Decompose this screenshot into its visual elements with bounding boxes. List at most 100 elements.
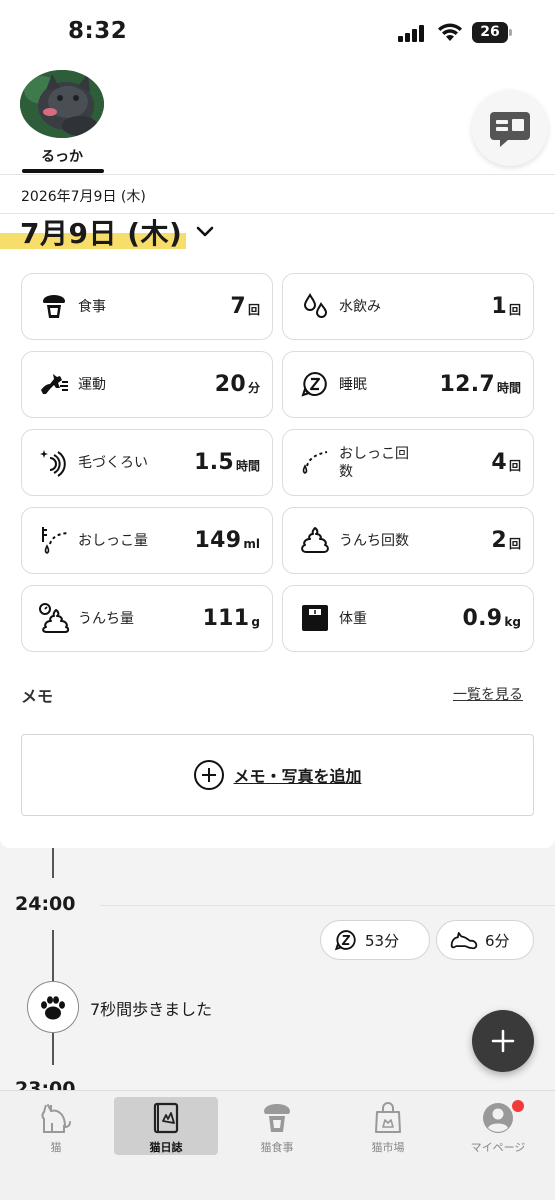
timeline-line [52,848,54,878]
stat-value: 20 [214,372,246,397]
cat-name: るっか [41,149,83,165]
tab-label: 猫市場 [371,1141,405,1154]
sleep-duration-pill[interactable]: 53分 [320,920,430,960]
stat-value: 149 [194,528,242,553]
pill-value: 53分 [365,931,400,950]
shopping-bag-icon [375,1102,401,1133]
stat-card-food[interactable]: 食事 7回 [21,273,273,340]
stat-unit: 時間 [235,459,260,473]
tab-cat-food[interactable]: 猫食事 [225,1097,329,1155]
stat-label: おしっこ量 [78,532,148,549]
tab-label: 猫食事 [260,1141,294,1154]
cellular-signal-icon [398,24,426,42]
cat-icon [41,1104,71,1133]
user-icon [483,1103,513,1133]
stat-label: おしっこ回数 [339,445,409,480]
battery-icon: 26 [472,22,512,43]
tab-label: 猫日誌 [149,1141,183,1154]
status-time: 8:32 [68,18,128,44]
walk-event-marker[interactable] [27,981,79,1033]
scale-icon [302,605,328,631]
chat-icon [490,112,530,147]
hour-rule [100,905,555,906]
stat-unit: 回 [508,303,521,317]
stat-value: 1 [491,294,507,319]
pee-count-icon [302,451,328,474]
stat-label: 食事 [78,298,106,315]
stat-value: 2 [491,528,507,553]
stat-unit: g [251,614,260,629]
stat-label: 毛づくろい [78,454,148,471]
chevron-down-icon[interactable] [194,224,216,240]
stat-label: 睡眠 [339,376,367,393]
full-date: 2026年7月9日 (木) [21,189,146,205]
tab-diary[interactable]: 猫日誌 [114,1097,218,1155]
stat-unit: 時間 [496,381,521,395]
stat-card-poop-count[interactable]: うんち回数 2回 [282,507,534,574]
stat-card-water[interactable]: 水飲み 1回 [282,273,534,340]
stat-unit: 回 [508,459,521,473]
battery-level: 26 [480,24,500,40]
tab-cat-market[interactable]: 猫市場 [336,1097,440,1155]
wifi-icon [438,23,462,41]
rest-duration-pill[interactable]: 6分 [436,920,534,960]
poop-weight-icon [39,603,70,633]
poop-icon [301,527,329,553]
notification-badge [512,1100,524,1112]
stat-card-weight[interactable]: 体重 0.9 kg [282,585,534,652]
stat-label: 水飲み [339,298,381,315]
status-bar: 8:32 26 [0,0,555,64]
stat-unit: ml [243,536,260,551]
add-record-fab[interactable] [472,1010,534,1072]
date-selector[interactable]: 7月9日 (木) [20,212,182,252]
pee-volume-icon [42,527,68,554]
sleep-z-icon [334,930,356,951]
stat-label: 体重 [339,610,367,627]
tab-cat[interactable]: 猫 [4,1097,108,1155]
add-memo-label: メモ・写真を追加 [233,767,362,786]
sleep-z-icon [301,371,327,397]
stat-label: うんち量 [78,610,134,627]
tab-my-page[interactable]: マイページ [446,1097,550,1155]
pill-value: 6分 [485,931,510,950]
lying-cat-icon [450,932,478,950]
stat-unit: 回 [247,303,260,317]
profile-tab-underline [22,169,104,173]
stat-value: 4 [491,450,507,475]
memo-view-all-link[interactable]: 一覧を見る [453,684,523,704]
running-cat-icon [41,374,68,394]
paw-icon [41,996,65,1020]
cat-avatar [20,70,104,138]
cat-profile-tab[interactable]: るっか [20,70,104,166]
bottom-tab-bar: 猫 猫日誌 猫食事 猫市場 マイページ [0,1090,555,1200]
food-bowl-icon [264,1104,290,1132]
tab-label: 猫 [50,1141,62,1154]
food-bowl-icon [43,295,65,318]
stat-card-pee-count[interactable]: おしっこ回数 4回 [282,429,534,496]
divider [0,174,555,175]
stat-value: 0.9 [462,606,503,631]
stat-label: うんち回数 [339,532,409,549]
stat-card-sleep[interactable]: 睡眠 12.7 時間 [282,351,534,418]
plus-icon [491,1029,515,1053]
water-drops-icon [303,293,328,318]
stat-value: 1.5 [194,450,234,475]
hour-label: 24:00 [15,893,76,915]
timeline-line [52,930,54,982]
timeline-line [52,1033,54,1065]
add-memo-button[interactable]: メモ・写真を追加 [21,734,534,816]
grooming-icon [40,450,66,477]
stat-card-exercise[interactable]: 運動 20 分 [21,351,273,418]
chat-button[interactable] [472,90,548,166]
diary-icon [153,1102,179,1134]
stat-unit: 回 [508,537,521,551]
stat-unit: kg [504,614,521,629]
stat-card-grooming[interactable]: 毛づくろい 1.5 時間 [21,429,273,496]
stat-value: 111 [202,606,250,631]
stat-card-pee-volume[interactable]: おしっこ量 149 ml [21,507,273,574]
stat-unit: 分 [247,381,260,395]
cat-photo-icon [20,70,104,138]
tab-label: マイページ [470,1141,526,1154]
memo-title: メモ [21,687,54,706]
stat-card-poop-weight[interactable]: うんち量 111 g [21,585,273,652]
